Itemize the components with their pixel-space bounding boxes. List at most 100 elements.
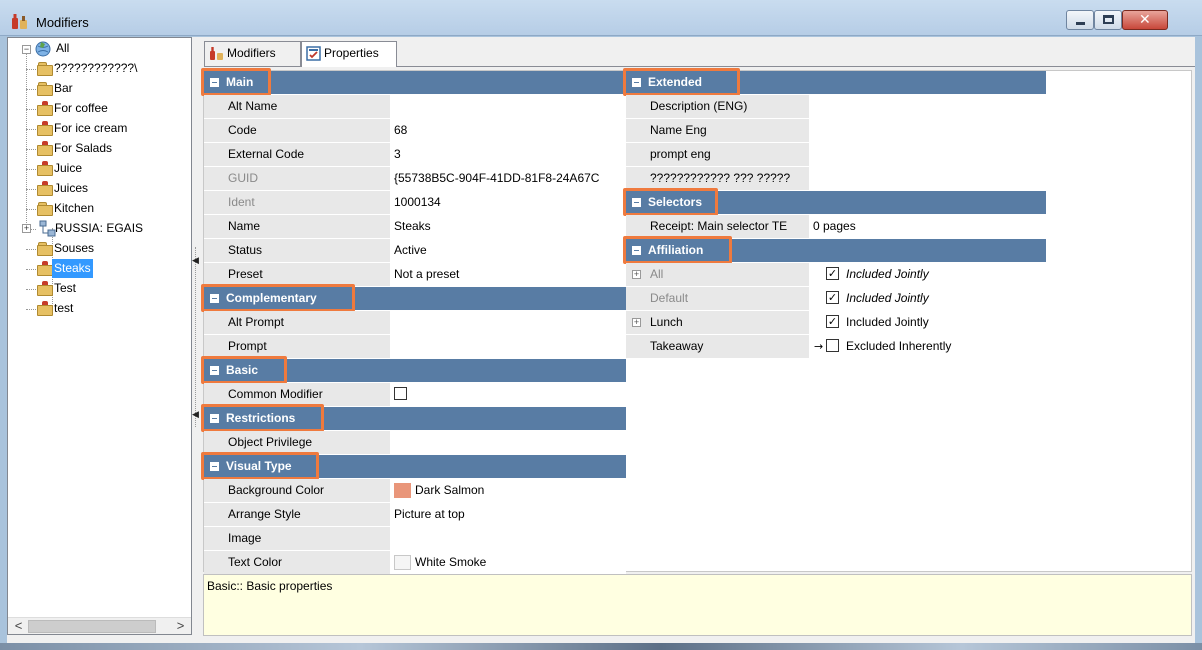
property-row[interactable]: Default ✓ Included Jointly [626, 287, 1046, 311]
property-name: Alt Name [204, 95, 390, 118]
modifiers-app-icon [12, 14, 27, 29]
property-row[interactable]: Alt Prompt [204, 311, 626, 335]
property-description-panel: Basic:: Basic properties [203, 574, 1192, 636]
property-value[interactable] [809, 95, 1046, 118]
property-value[interactable]: 1000134 [390, 191, 626, 214]
property-value[interactable]: White Smoke [390, 551, 626, 574]
folder-shape [37, 185, 53, 196]
property-value[interactable]: 3 [390, 143, 626, 166]
property-value[interactable] [390, 527, 626, 550]
property-row[interactable]: External Code 3 [204, 143, 626, 167]
globe-icon [35, 41, 51, 57]
property-row[interactable]: Image [204, 527, 626, 551]
property-value[interactable]: 68 [390, 119, 626, 142]
expand-icon[interactable]: + [632, 318, 641, 327]
tree-horizontal-scrollbar[interactable]: < > [8, 617, 191, 634]
property-value[interactable]: Not a preset [390, 263, 626, 286]
property-row[interactable]: Status Active [204, 239, 626, 263]
folder-shape [37, 145, 53, 156]
property-value[interactable]: Active [390, 239, 626, 262]
property-value-text: Steaks [394, 219, 431, 233]
property-row[interactable]: Ident 1000134 [204, 191, 626, 215]
category-highlight [623, 188, 718, 216]
tab-properties[interactable]: Properties [301, 41, 397, 67]
property-name: Arrange Style [204, 503, 390, 526]
close-button[interactable]: ✕ [1122, 10, 1168, 30]
modifier-tree[interactable]: − All ????????????\ Bar For coffee For ice … [7, 37, 192, 635]
property-name: Status [204, 239, 390, 262]
property-value[interactable]: Steaks [390, 215, 626, 238]
property-name: Default [626, 287, 809, 310]
checkbox-checked[interactable]: ✓ [826, 291, 839, 304]
property-value[interactable] [809, 143, 1046, 166]
expand-icon[interactable]: + [22, 224, 31, 233]
property-value[interactable]: 0 pages [809, 215, 1046, 238]
properties-tab-icon [306, 46, 321, 61]
property-row[interactable]: Description (ENG) [626, 95, 1046, 119]
title-bar[interactable]: Modifiers ✕ [0, 0, 1202, 36]
collapse-root-icon[interactable]: − [22, 45, 31, 54]
property-value[interactable] [809, 119, 1046, 142]
checkbox-unchecked[interactable] [826, 339, 839, 352]
window-title: Modifiers [36, 15, 89, 30]
expand-icon[interactable]: + [632, 270, 641, 279]
scrollbar-thumb[interactable] [28, 620, 156, 633]
property-value[interactable] [390, 95, 626, 118]
close-icon: ✕ [1139, 12, 1151, 28]
property-row[interactable]: Arrange Style Picture at top [204, 503, 626, 527]
property-row[interactable]: Name Eng [626, 119, 1046, 143]
panel-splitter[interactable]: ◀ ◀ [192, 37, 201, 635]
property-value[interactable]: → Excluded Inherently [809, 335, 1046, 358]
property-row[interactable]: Takeaway → Excluded Inherently [626, 335, 1046, 359]
tree-item-label: test [54, 301, 74, 315]
property-row[interactable]: Alt Name [204, 95, 626, 119]
property-name: GUID [204, 167, 390, 190]
scroll-left-icon[interactable]: < [10, 618, 27, 635]
property-name: Lunch [626, 311, 809, 334]
property-value[interactable] [390, 383, 626, 406]
category-highlight [201, 68, 271, 96]
property-row[interactable]: Text Color White Smoke [204, 551, 626, 575]
folder-shape [37, 105, 53, 116]
property-value[interactable] [809, 167, 1046, 190]
property-row[interactable]: Code 68 [204, 119, 626, 143]
property-value-text: 1000134 [394, 195, 441, 209]
property-value[interactable]: Picture at top [390, 503, 626, 526]
property-row[interactable]: prompt eng [626, 143, 1046, 167]
category-highlight [623, 236, 732, 264]
property-value[interactable]: ✓ Included Jointly [809, 263, 1046, 286]
property-value[interactable]: ✓ Included Jointly [809, 287, 1046, 310]
checkbox-checked[interactable]: ✓ [826, 315, 839, 328]
folder-shape [37, 125, 53, 136]
property-row[interactable]: Name Steaks [204, 215, 626, 239]
tab-modifiers[interactable]: Modifiers [204, 41, 301, 66]
property-grid[interactable]: Main Alt Name Code 68 External Code 3 GUID {557… [201, 68, 1192, 575]
property-value[interactable] [390, 311, 626, 334]
property-row[interactable]: Lunch + ✓ Included Jointly [626, 311, 1046, 335]
property-value-text: 3 [394, 147, 401, 161]
taskbar-strip [0, 643, 1202, 650]
checkbox-unchecked[interactable] [394, 387, 407, 400]
property-value[interactable]: {55738B5C-904F-41DD-81F8-24A67C [390, 167, 626, 190]
property-name: Preset [204, 263, 390, 286]
tree-guide-line [26, 54, 27, 229]
property-value-text: {55738B5C-904F-41DD-81F8-24A67C [394, 171, 600, 185]
scroll-right-icon[interactable]: > [172, 618, 189, 635]
category-highlight [201, 404, 324, 432]
minimize-button[interactable] [1066, 10, 1094, 30]
property-name: Name [204, 215, 390, 238]
property-value[interactable]: ✓ Included Jointly [809, 311, 1046, 334]
property-row[interactable]: Background Color Dark Salmon [204, 479, 626, 503]
property-value-text: Picture at top [394, 507, 465, 521]
property-value[interactable] [390, 431, 626, 454]
property-value[interactable]: Dark Salmon [390, 479, 626, 502]
splitter-left-arrow-icon[interactable]: ◀ [192, 255, 199, 266]
checkbox-checked[interactable]: ✓ [826, 267, 839, 280]
property-value[interactable] [390, 335, 626, 358]
property-row[interactable]: GUID {55738B5C-904F-41DD-81F8-24A67C [204, 167, 626, 191]
maximize-button[interactable] [1094, 10, 1122, 30]
property-name: Text Color [204, 551, 390, 574]
property-row[interactable]: All + ✓ Included Jointly [626, 263, 1046, 287]
property-value-text: Included Jointly [846, 291, 929, 305]
splitter-left-arrow-icon[interactable]: ◀ [192, 409, 199, 420]
